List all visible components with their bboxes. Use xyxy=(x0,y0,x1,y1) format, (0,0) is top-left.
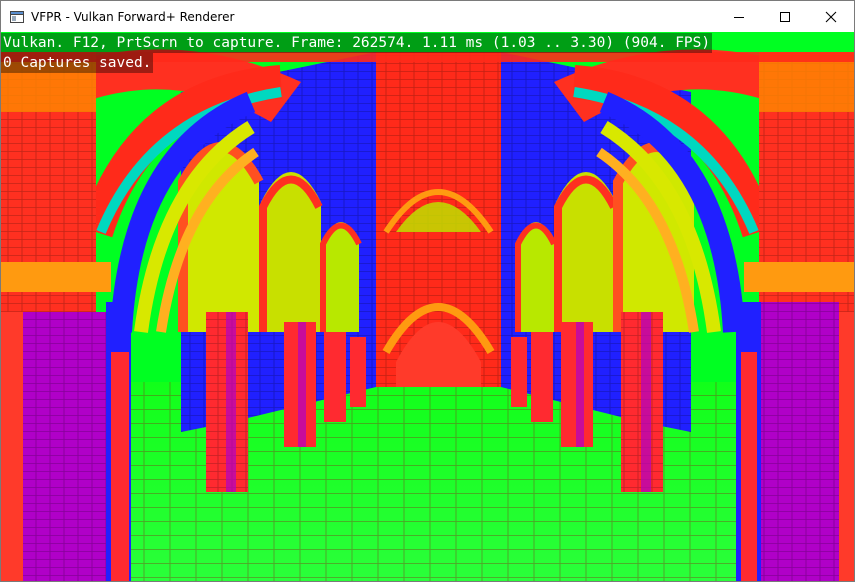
title-bar[interactable]: VFPR - Vulkan Forward+ Renderer xyxy=(1,1,854,32)
window-controls xyxy=(716,1,854,32)
window-title: VFPR - Vulkan Forward+ Renderer xyxy=(31,9,235,24)
app-window-icon xyxy=(10,10,24,23)
render-viewport[interactable]: Vulkan. F12, PrtScrn to capture. Frame: … xyxy=(1,32,854,581)
minimize-button[interactable] xyxy=(716,1,762,32)
captures-overlay-text: 0 Captures saved. xyxy=(1,53,154,73)
maximize-icon xyxy=(780,11,790,22)
app-window: VFPR - Vulkan Forward+ Renderer Vulkan. … xyxy=(0,0,855,582)
sponza-scene-render xyxy=(1,49,854,581)
status-overlay-text: Vulkan. F12, PrtScrn to capture. Frame: … xyxy=(1,33,713,53)
minimize-icon xyxy=(734,16,744,18)
maximize-button[interactable] xyxy=(762,1,808,32)
close-icon xyxy=(825,11,837,22)
close-button[interactable] xyxy=(808,1,854,32)
